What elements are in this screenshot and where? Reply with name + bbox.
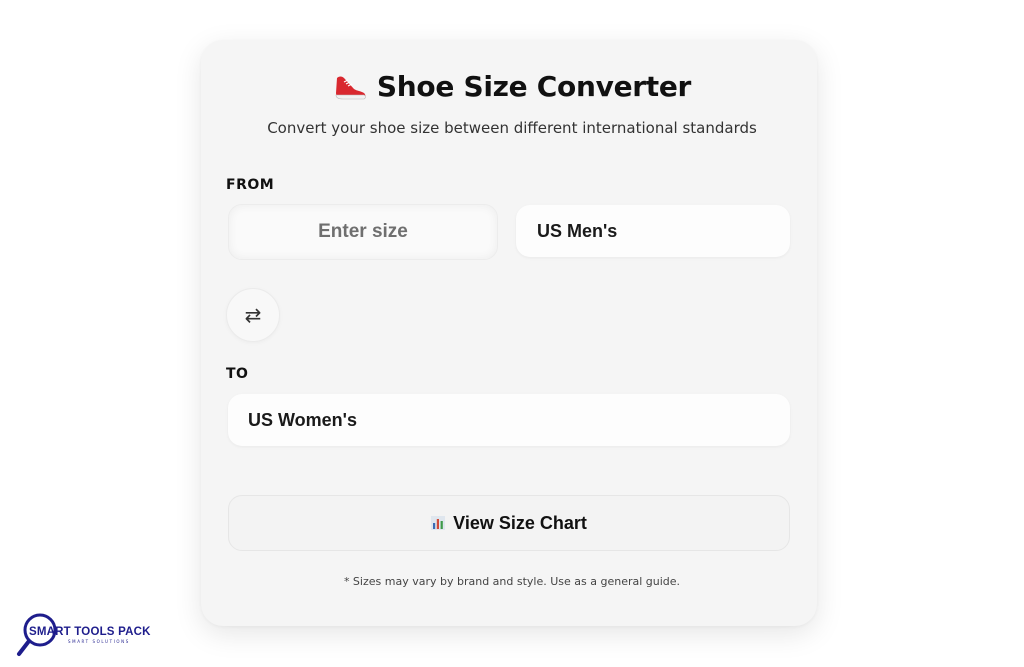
brand-tagline: SMART SOLUTIONS [68, 639, 130, 644]
title-row: Shoe Size Converter [0, 70, 1024, 103]
swap-button[interactable]: ⇄ [226, 288, 280, 342]
brand-logo: SMART TOOLS PACK SMART SOLUTIONS [16, 612, 166, 660]
to-label: TO [226, 366, 249, 382]
view-size-chart-label: View Size Chart [453, 512, 587, 533]
page-subtitle: Convert your shoe size between different… [267, 119, 757, 137]
from-unit-select[interactable]: US Men's [516, 205, 790, 257]
bar-chart-icon [431, 516, 446, 530]
disclaimer-note: * Sizes may vary by brand and style. Use… [343, 575, 681, 588]
to-unit-select[interactable]: US Women's [228, 394, 790, 446]
from-label: FROM [226, 177, 275, 193]
size-input[interactable] [228, 204, 498, 260]
to-unit-value: US Women's [248, 409, 357, 430]
brand-name: SMART TOOLS PACK [29, 626, 151, 638]
shoe-icon [335, 76, 366, 99]
view-size-chart-button[interactable]: View Size Chart [228, 495, 790, 551]
page: Shoe Size Converter Convert your shoe si… [0, 0, 1024, 667]
swap-icon: ⇄ [244, 303, 262, 327]
page-title: Shoe Size Converter [376, 70, 692, 103]
from-unit-value: US Men's [537, 220, 618, 241]
